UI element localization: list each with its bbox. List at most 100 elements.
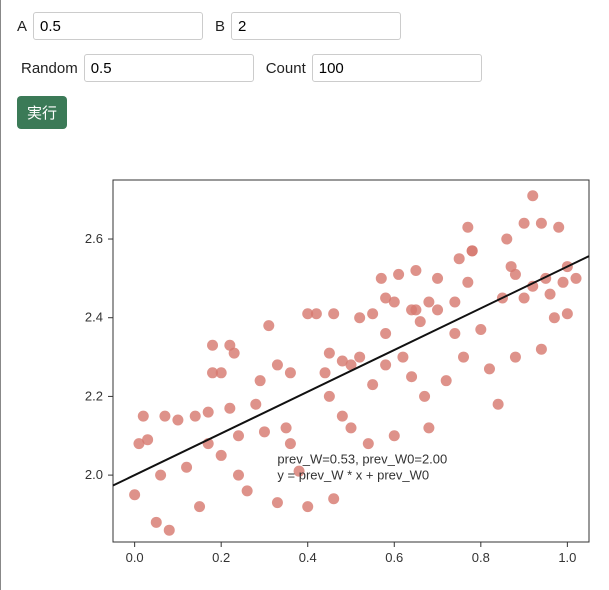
data-point [311, 308, 322, 319]
y-tick-label: 2.4 [85, 310, 103, 325]
y-tick-label: 2.6 [85, 231, 103, 246]
input-row-1: A B [17, 12, 593, 40]
data-point [484, 363, 495, 374]
data-point [449, 296, 460, 307]
data-point [203, 407, 214, 418]
count-input[interactable] [312, 54, 482, 82]
data-point [263, 320, 274, 331]
data-point [242, 485, 253, 496]
data-point [553, 222, 564, 233]
data-point [423, 296, 434, 307]
data-point [138, 411, 149, 422]
data-point [285, 367, 296, 378]
data-point [233, 430, 244, 441]
data-point [181, 462, 192, 473]
data-point [129, 489, 140, 500]
data-point [151, 517, 162, 528]
data-point [367, 308, 378, 319]
data-point [216, 367, 227, 378]
x-tick-label: 0.6 [385, 550, 403, 565]
data-point [354, 312, 365, 323]
data-point [462, 222, 473, 233]
data-point [536, 218, 547, 229]
x-tick-label: 0.4 [299, 550, 317, 565]
data-point [164, 525, 175, 536]
data-point [501, 234, 512, 245]
data-point [519, 293, 530, 304]
data-point [380, 359, 391, 370]
data-point [259, 426, 270, 437]
data-point [376, 273, 387, 284]
data-point [337, 411, 348, 422]
b-input[interactable] [231, 12, 401, 40]
data-point [328, 493, 339, 504]
random-input[interactable] [84, 54, 254, 82]
data-point [380, 328, 391, 339]
data-point [367, 379, 378, 390]
data-point [510, 269, 521, 280]
annotation-line-1: prev_W=0.53, prev_W0=2.00 [277, 451, 447, 466]
data-point [410, 304, 421, 315]
data-point [272, 497, 283, 508]
a-input[interactable] [33, 12, 203, 40]
data-point [172, 415, 183, 426]
input-row-2: Random Count [17, 54, 593, 82]
data-point [393, 269, 404, 280]
data-point [155, 470, 166, 481]
data-point [493, 399, 504, 410]
data-point [281, 422, 292, 433]
data-point [224, 403, 235, 414]
y-tick-label: 2.0 [85, 467, 103, 482]
data-point [397, 352, 408, 363]
data-point [328, 308, 339, 319]
data-point [415, 316, 426, 327]
random-label: Random [21, 60, 78, 77]
data-point [363, 438, 374, 449]
data-point [159, 411, 170, 422]
data-point [562, 308, 573, 319]
y-tick-label: 2.2 [85, 388, 103, 403]
run-button[interactable]: 実行 [17, 96, 67, 129]
annotation-line-2: y = prev_W * x + prev_W0 [277, 467, 429, 482]
a-label: A [17, 18, 27, 35]
data-point [324, 391, 335, 402]
data-point [354, 352, 365, 363]
data-point [320, 367, 331, 378]
data-point [410, 265, 421, 276]
data-point [432, 304, 443, 315]
data-point [216, 450, 227, 461]
data-point [458, 352, 469, 363]
x-tick-label: 0.2 [212, 550, 230, 565]
data-point [510, 352, 521, 363]
data-point [545, 289, 556, 300]
data-point [207, 340, 218, 351]
data-point [142, 434, 153, 445]
data-point [441, 375, 452, 386]
data-point [194, 501, 205, 512]
data-point [558, 277, 569, 288]
data-point [454, 253, 465, 264]
data-point [536, 344, 547, 355]
b-label: B [215, 18, 225, 35]
data-point [549, 312, 560, 323]
data-point [475, 324, 486, 335]
data-point [419, 391, 430, 402]
data-point [423, 422, 434, 433]
data-point [519, 218, 530, 229]
data-point [406, 371, 417, 382]
data-point [467, 245, 478, 256]
data-point [272, 359, 283, 370]
data-point [250, 399, 261, 410]
count-label: Count [266, 60, 306, 77]
data-point [285, 438, 296, 449]
data-point [432, 273, 443, 284]
data-point [389, 296, 400, 307]
data-point [302, 501, 313, 512]
data-point [571, 273, 582, 284]
scatter-chart: 0.00.20.40.60.81.02.02.22.42.6prev_W=0.5… [61, 160, 601, 580]
data-point [233, 470, 244, 481]
data-point [190, 411, 201, 422]
data-point [449, 328, 460, 339]
data-point [255, 375, 266, 386]
x-tick-label: 0.0 [126, 550, 144, 565]
